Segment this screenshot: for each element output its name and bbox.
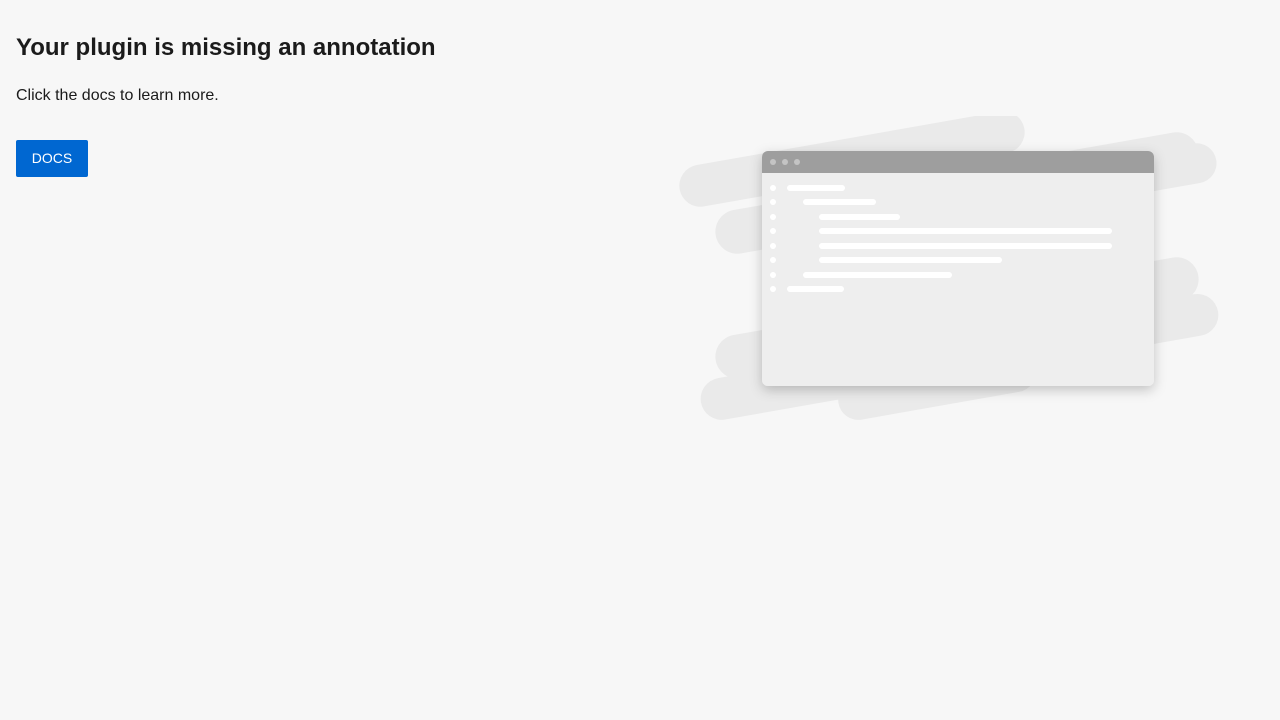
missing-annotation-page: Your plugin is missing an annotation Cli… xyxy=(0,0,1280,720)
line-number-dot xyxy=(770,286,776,292)
docs-button[interactable]: DOCS xyxy=(16,140,88,177)
code-line xyxy=(787,185,845,191)
window-dot-icon xyxy=(794,159,800,165)
line-number-dot xyxy=(770,272,776,278)
line-number-dot xyxy=(770,199,776,205)
page-subtitle: Click the docs to learn more. xyxy=(16,87,219,104)
code-line xyxy=(819,243,1112,249)
code-line xyxy=(819,214,900,220)
line-number-dot xyxy=(770,214,776,220)
page-title: Your plugin is missing an annotation xyxy=(16,34,436,61)
code-line xyxy=(819,257,1002,263)
code-line xyxy=(803,199,876,205)
line-number-dot xyxy=(770,185,776,191)
line-number-dot xyxy=(770,228,776,234)
window-dot-icon xyxy=(782,159,788,165)
code-line xyxy=(787,286,844,292)
browser-window-illustration xyxy=(672,116,1232,426)
window-titlebar xyxy=(762,151,1154,173)
code-line xyxy=(803,272,952,278)
code-line xyxy=(819,228,1112,234)
line-number-dot xyxy=(770,243,776,249)
line-number-dot xyxy=(770,257,776,263)
window-dot-icon xyxy=(770,159,776,165)
illustration-svg xyxy=(679,116,1219,420)
